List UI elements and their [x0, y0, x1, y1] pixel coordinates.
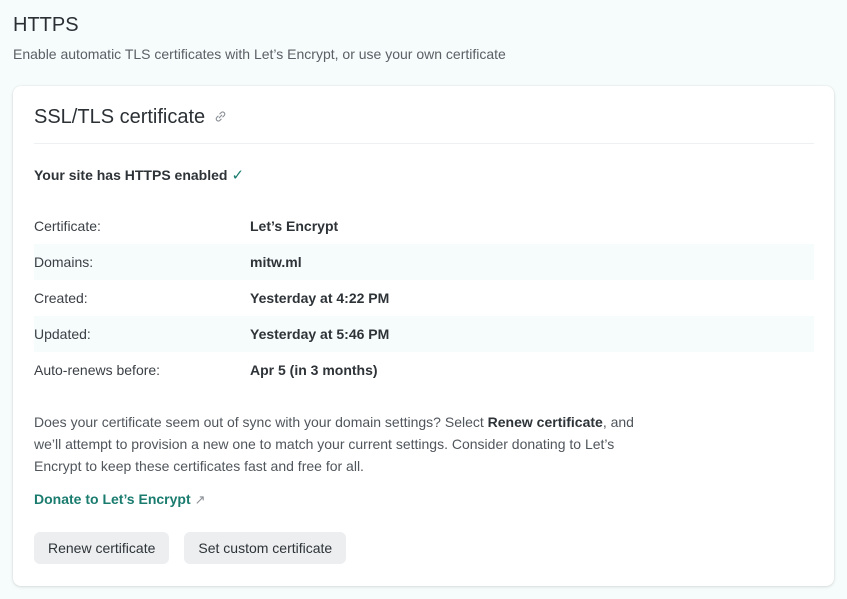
certificate-details: Certificate: Let’s Encrypt Domains: mitw… [34, 208, 814, 388]
external-link-icon: ↗ [194, 492, 206, 507]
detail-row-updated: Updated: Yesterday at 5:46 PM [34, 316, 814, 352]
detail-label: Auto-renews before: [34, 362, 161, 378]
renew-description: Does your certificate seem out of sync w… [34, 411, 654, 477]
detail-label: Created: [34, 290, 88, 306]
status-text: Your site has HTTPS enabled [34, 167, 228, 183]
section-title: HTTPS [13, 14, 79, 36]
certificate-actions: Renew certificate Set custom certificate [34, 532, 347, 564]
detail-value: Apr 5 (in 3 months) [250, 362, 378, 378]
card-header: SSL/TLS certificate [34, 106, 814, 144]
donate-link-label: Donate to Let’s Encrypt [34, 491, 191, 507]
section-subtitle: Enable automatic TLS certificates with L… [13, 46, 506, 62]
set-custom-certificate-button[interactable]: Set custom certificate [184, 532, 347, 564]
detail-row-domains: Domains: mitw.ml [34, 244, 814, 280]
detail-label: Certificate: [34, 218, 101, 234]
detail-value: Yesterday at 4:22 PM [250, 290, 390, 306]
link-icon[interactable] [214, 110, 227, 128]
detail-value: mitw.ml [250, 254, 302, 270]
card-title: SSL/TLS certificate [34, 106, 206, 128]
renew-certificate-button[interactable]: Renew certificate [34, 532, 170, 564]
detail-row-auto-renews: Auto-renews before: Apr 5 (in 3 months) [34, 352, 814, 388]
ssl-certificate-card: SSL/TLS certificate Your site has HTTPS … [13, 86, 834, 586]
donate-link[interactable]: Donate to Let’s Encrypt ↗ [34, 491, 206, 508]
https-section-header: HTTPS Enable automatic TLS certificates … [13, 12, 833, 62]
detail-value: Yesterday at 5:46 PM [250, 326, 390, 342]
detail-label: Domains: [34, 254, 94, 270]
detail-row-created: Created: Yesterday at 4:22 PM [34, 280, 814, 316]
description-text: Does your certificate seem out of sync w… [34, 414, 488, 430]
detail-row-certificate: Certificate: Let’s Encrypt [34, 208, 814, 244]
detail-label: Updated: [34, 326, 91, 342]
detail-value: Let’s Encrypt [250, 218, 339, 234]
https-status: Your site has HTTPS enabled ✓ [34, 166, 244, 184]
check-icon: ✓ [231, 167, 245, 184]
description-bold: Renew certificate [487, 414, 603, 430]
